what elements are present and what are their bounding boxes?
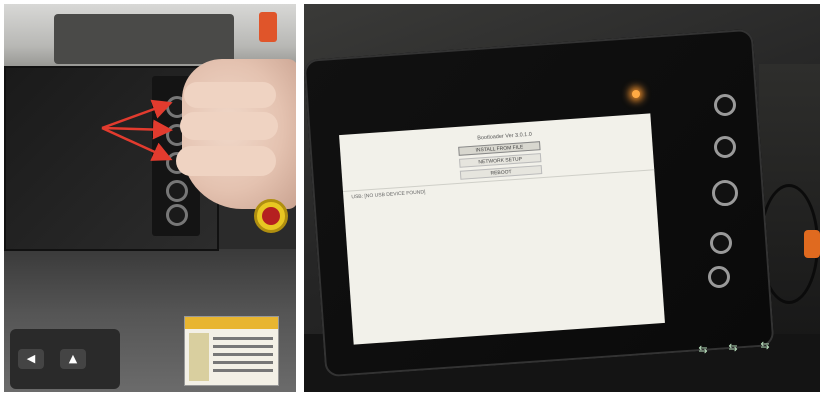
indicator-light-icon: ⇆ [728,341,738,354]
photo-display-buttons-pointed: ◀ ▲ [4,4,296,392]
side-button-2[interactable] [714,136,736,158]
bootloader-title: Bootloader Ver 3.0.1.0 [477,131,533,142]
orange-connector [804,230,820,258]
side-button-5[interactable] [708,266,730,288]
indicator-light-icon: ⇆ [698,343,708,356]
side-dpad-button[interactable] [712,180,738,206]
bootloader-screen: Bootloader Ver 3.0.1.0 INSTALL FROM FILE… [339,113,665,345]
arrow-to-button-3 [101,126,173,161]
arrow-to-button-2 [101,119,173,140]
side-button-4[interactable] [710,232,732,254]
annotation-arrows [101,99,173,161]
indicator-light-icon: ⇆ [760,339,770,352]
side-button-1[interactable] [714,94,736,116]
power-led [632,90,640,98]
arrow-to-button-1 [101,99,173,130]
photo-bootloader-screen: Bootloader Ver 3.0.1.0 INSTALL FROM FILE… [304,4,820,392]
